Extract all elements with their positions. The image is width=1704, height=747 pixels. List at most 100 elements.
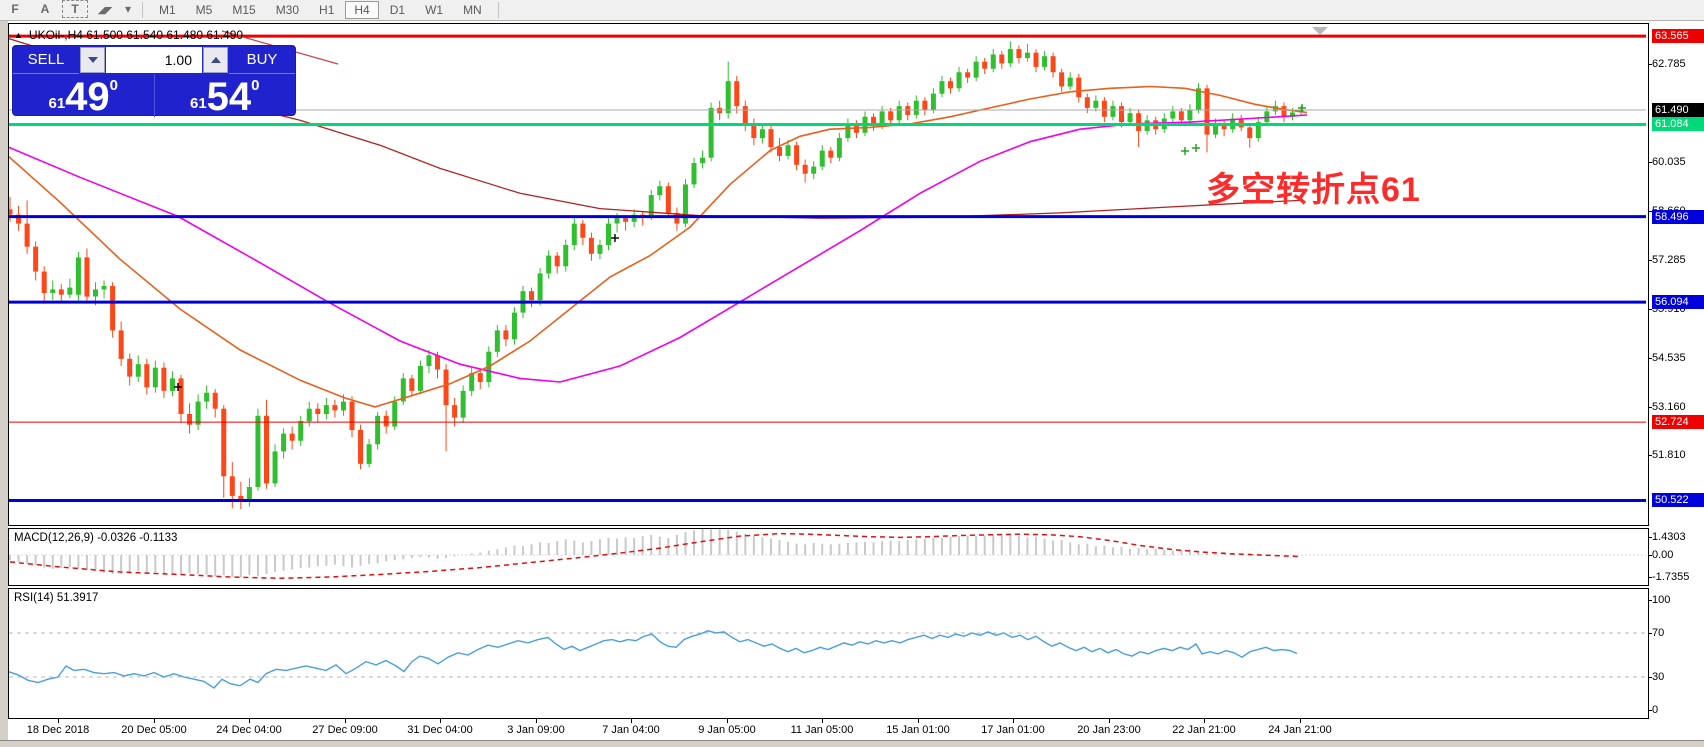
time-axis-label: 22 Jan 21:00 [1172,724,1236,736]
timeframe-button-h1[interactable]: H1 [310,1,343,19]
axis-tick [1648,537,1652,538]
time-axis-label: 20 Jan 23:00 [1077,724,1141,736]
time-axis-tick [249,719,250,723]
time-axis-tick [822,719,823,723]
time-axis-label: 9 Jan 05:00 [698,724,756,736]
chart-annotation-text: 多空转折点61 [1206,162,1421,211]
sell-price-sup: 0 [110,78,118,93]
time-axis-label: 24 Dec 04:00 [216,724,281,736]
sell-button[interactable]: SELL [13,46,79,74]
volume-decrease-button[interactable] [80,47,105,73]
sell-price[interactable]: 61490 [13,74,154,117]
macd-pane[interactable] [8,528,1649,586]
chart-canvas [9,589,1646,716]
axis-tick [1648,577,1652,578]
chart-shift-marker-icon[interactable] [1312,27,1328,35]
time-axis-tick [1300,719,1301,723]
axis-tick [1648,407,1652,408]
text-box-icon[interactable]: T [62,0,88,18]
time-axis-label: 24 Jan 21:00 [1268,724,1332,736]
rsi-indicator-label: RSI(14) 51.3917 [14,592,98,604]
buy-button[interactable]: BUY [229,46,295,74]
axis-tick [1648,600,1652,601]
timeframe-button-m15[interactable]: M15 [223,1,264,19]
axis-tick [1648,358,1652,359]
sell-price-big: 49 [65,80,110,114]
one-click-trading-panel: SELL 1.00 BUY 61490 61540 [12,45,296,116]
time-axis-label: 18 Dec 2018 [27,724,89,736]
buy-price-big: 54 [207,80,252,114]
buy-price-prefix: 61 [190,96,207,111]
timeframe-button-m5[interactable]: M5 [187,1,222,19]
chart-canvas [9,529,1646,583]
trading-terminal: FAT◢◤▾ M1M5M15M30H1H4D1W1MN ▲ UKOil-,H4 … [0,0,1704,747]
axis-price-label: 70 [1652,626,1704,640]
timeframe-button-m30[interactable]: M30 [267,1,308,19]
time-axis-tick [1109,719,1110,723]
timeframe-button-d1[interactable]: D1 [381,1,414,19]
time-axis-label: 11 Jan 05:00 [791,724,854,736]
time-axis-tick [536,719,537,723]
macd-indicator-label: MACD(12,26,9) -0.0326 -0.1133 [14,532,177,544]
fibonacci-tool-icon[interactable]: F [2,0,28,18]
toolbar-separator [498,2,499,18]
time-axis-tick [440,719,441,723]
timeframe-button-h4[interactable]: H4 [345,1,378,19]
axis-price-label: 58.496 [1652,210,1704,224]
volume-input[interactable]: 1.00 [106,47,202,73]
time-axis-label: 3 Jan 09:00 [507,724,565,736]
text-label-icon[interactable]: A [32,0,58,18]
axis-tick [1648,677,1652,678]
rsi-pane[interactable] [8,588,1649,719]
axis-price-label: 100 [1652,593,1704,607]
axis-price-label: 57.285 [1652,253,1704,267]
time-axis-label: 20 Dec 05:00 [121,724,186,736]
time-axis-tick [345,719,346,723]
time-axis-label: 15 Jan 01:00 [886,724,950,736]
timeframe-button-mn[interactable]: MN [454,1,491,19]
toolbar: FAT◢◤▾ M1M5M15M30H1H4D1W1MN [0,0,1704,21]
time-axis-tick [1013,719,1014,723]
axis-price-label: 56.094 [1652,295,1704,309]
drawing-tools-group: FAT◢◤▾ [0,0,136,20]
time-axis-tick [727,719,728,723]
axis-price-label: 52.724 [1652,415,1704,429]
axis-tick [1648,64,1652,65]
time-axis-label: 7 Jan 04:00 [602,724,660,736]
time-axis-tick [1204,719,1205,723]
timeframe-button-w1[interactable]: W1 [416,1,452,19]
axis-price-label: 53.160 [1652,400,1704,414]
axis-price-label: 50.522 [1652,493,1704,507]
axis-price-label: 0 [1652,703,1704,717]
time-axis-label: 27 Dec 09:00 [312,724,377,736]
timeframe-button-m1[interactable]: M1 [150,1,185,19]
chart-title: ▲ UKOil-,H4 61.500 61.540 61.480 61.490 [14,28,243,42]
axis-price-label: 1.4303 [1652,530,1704,544]
time-axis-tick [154,719,155,723]
time-axis-tick [58,719,59,723]
axis-price-label: 0.00 [1652,548,1704,562]
volume-increase-button[interactable] [203,47,228,73]
down-triangle-icon [88,57,98,63]
axis-price-label: 30 [1652,670,1704,684]
time-axis-tick [631,719,632,723]
buy-price-sup: 0 [251,78,259,93]
sell-price-prefix: 61 [48,96,65,111]
axis-price-label: 61.084 [1652,117,1704,131]
axis-tick [1648,162,1652,163]
axis-tick [1648,555,1652,556]
dropdown-caret-icon[interactable]: ▾ [122,0,134,18]
buy-price[interactable]: 61540 [154,74,296,117]
time-axis[interactable]: 18 Dec 2018 20 Dec 05:00 24 Dec 04:00 27 De… [8,719,1704,740]
axis-price-label: -1.7355 [1652,570,1704,584]
bottom-window-edge [0,740,1704,747]
time-axis-label: 31 Dec 04:00 [407,724,472,736]
axis-price-label: 63.565 [1652,29,1704,43]
axis-price-label: 51.810 [1652,448,1704,462]
axis-tick [1648,710,1652,711]
axis-price-label: 60.035 [1652,155,1704,169]
arrows-tool-icon[interactable]: ◢◤ [92,2,118,20]
axis-tick [1648,260,1652,261]
time-axis-label: 17 Jan 01:00 [981,724,1045,736]
axis-tick [1648,455,1652,456]
